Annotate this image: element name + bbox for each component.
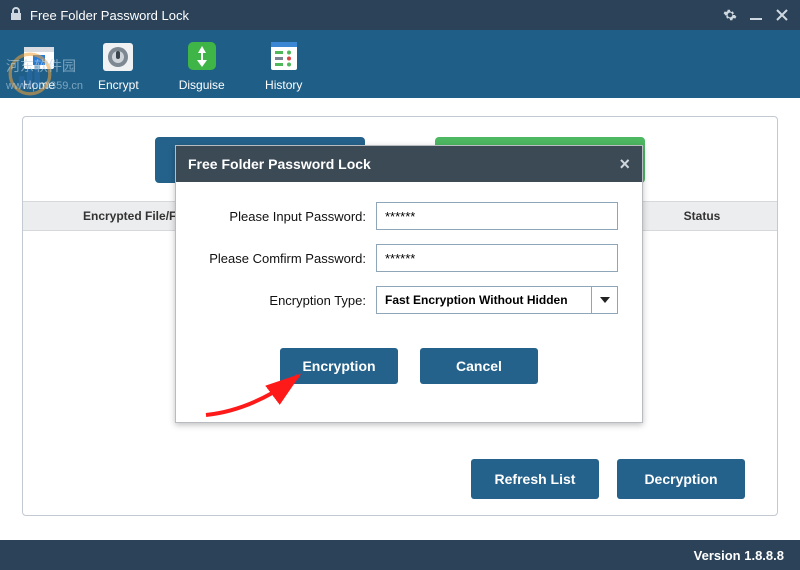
confirm-password-label: Please Comfirm Password: [200, 251, 376, 266]
lock-icon [10, 7, 30, 24]
password-input[interactable] [376, 202, 618, 230]
confirm-password-input[interactable] [376, 244, 618, 272]
version-label: Version 1.8.8.8 [694, 548, 784, 563]
toolbar-encrypt-label: Encrypt [98, 78, 139, 92]
toolbar-history-label: History [265, 78, 302, 92]
home-icon [20, 37, 58, 75]
toolbar-home[interactable]: Home [20, 37, 58, 92]
toolbar-home-label: Home [23, 78, 55, 92]
disguise-icon [183, 37, 221, 75]
encryption-type-select[interactable]: Fast Encryption Without Hidden [376, 286, 618, 314]
toolbar-disguise-label: Disguise [179, 78, 225, 92]
titlebar: Free Folder Password Lock [0, 0, 800, 30]
password-label: Please Input Password: [200, 209, 376, 224]
chevron-down-icon[interactable] [592, 286, 618, 314]
dialog-title: Free Folder Password Lock [188, 156, 371, 172]
minimize-icon[interactable] [746, 5, 766, 25]
cancel-button[interactable]: Cancel [420, 348, 538, 384]
statusbar: Version 1.8.8.8 [0, 540, 800, 570]
encryption-type-label: Encryption Type: [200, 293, 376, 308]
grid-col-status: Status [627, 209, 777, 223]
refresh-list-button[interactable]: Refresh List [471, 459, 599, 499]
dialog-close-icon[interactable]: × [619, 154, 630, 175]
toolbar-history[interactable]: History [265, 37, 303, 92]
encrypt-icon [99, 37, 137, 75]
toolbar-encrypt[interactable]: Encrypt [98, 37, 139, 92]
settings-icon[interactable] [720, 5, 740, 25]
app-title: Free Folder Password Lock [30, 8, 189, 23]
toolbar-disguise[interactable]: Disguise [179, 37, 225, 92]
dialog-titlebar: Free Folder Password Lock × [176, 146, 642, 182]
encryption-button[interactable]: Encryption [280, 348, 398, 384]
history-icon [265, 37, 303, 75]
main-toolbar: 河东软件园 www.pc0359.cn Home Encrypt Disguis… [0, 30, 800, 98]
password-dialog: Free Folder Password Lock × Please Input… [175, 145, 643, 423]
close-icon[interactable] [772, 5, 792, 25]
encryption-type-value: Fast Encryption Without Hidden [376, 286, 592, 314]
decryption-button[interactable]: Decryption [617, 459, 745, 499]
